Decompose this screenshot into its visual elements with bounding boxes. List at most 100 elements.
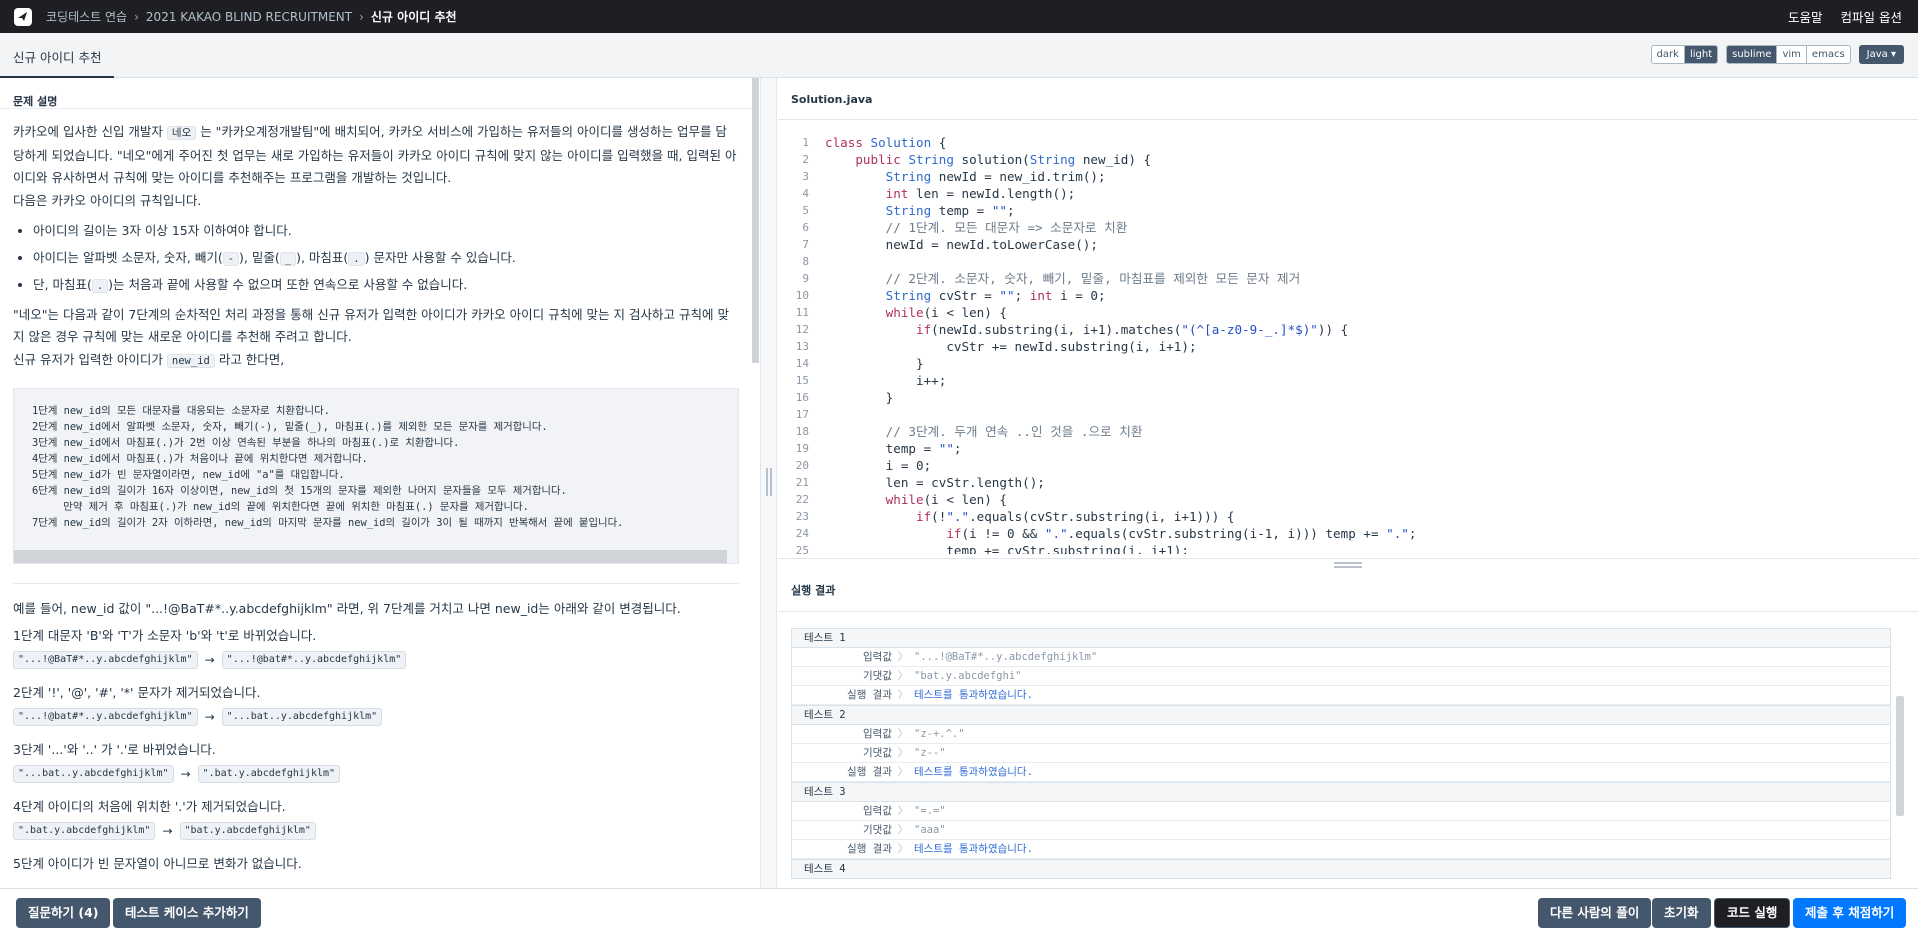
code-line: 1 class Solution { xyxy=(778,134,1918,151)
drag-handle-icon[interactable] xyxy=(766,468,772,496)
result-value: 테스트를 통과하였습니다. xyxy=(914,766,1033,778)
code-text: // 3단계. 두개 연속 ..인 것을 .으로 치환 xyxy=(885,424,1143,439)
theme-light-button[interactable]: light xyxy=(1683,46,1718,63)
line-number: 8 xyxy=(802,255,809,268)
list-item: 아이디는 알파벳 소문자, 숫자, 빼기(-), 밑줄(_), 마침표(.) 문… xyxy=(33,247,738,271)
code-text: int len = newId.length(); xyxy=(885,186,1076,201)
keymap-vim-button[interactable]: vim xyxy=(1776,46,1806,63)
help-link[interactable]: 도움말 xyxy=(1788,7,1823,26)
test-case-title: 테스트 2 xyxy=(792,706,1890,725)
code-text: // 2단계. 소문자, 숫자, 빼기, 밑줄, 마침표를 제외한 모든 문자 … xyxy=(885,271,1301,286)
breadcrumb-coding-test[interactable]: 코딩테스트 연습 xyxy=(46,8,127,25)
test-case: 테스트 3 입력값 〉 "=.=" 기댓값 〉 "aaa" 실행 결과 〉 테스트를 통과하… xyxy=(791,782,1891,859)
result-value: 테스트를 통과하였습니다. xyxy=(914,843,1033,855)
programmers-logo-icon[interactable] xyxy=(12,6,34,28)
code-text: if(newId.substring(i, i+1).matches("(^[a… xyxy=(916,322,1349,337)
code-line: 16 } xyxy=(778,389,1918,406)
input-label: 입력값 xyxy=(863,728,892,740)
text: ), 마침표( xyxy=(296,249,349,265)
code-line: 21 len = cvStr.length(); xyxy=(778,474,1918,491)
code-line: 14 } xyxy=(778,355,1918,372)
test-case: 테스트 4 xyxy=(791,859,1891,879)
line-number: 17 xyxy=(795,408,809,421)
line-number: 18 xyxy=(795,425,809,438)
vertical-scrollbar[interactable] xyxy=(752,78,759,363)
pane-splitter[interactable] xyxy=(760,78,777,888)
chevron-right-icon: 〉 xyxy=(897,728,909,740)
code-line: 4 int len = newId.length(); xyxy=(778,185,1918,202)
reset-button[interactable]: 초기화 xyxy=(1652,898,1711,928)
chevron-right-icon: › xyxy=(134,9,139,24)
code-text: if(i != 0 && ".".equals(cvStr.substring(… xyxy=(946,526,1417,541)
text: 신규 유저가 입력한 아이디가 xyxy=(13,351,167,367)
example-before: "...!@bat#*..y.abcdefghijklm" xyxy=(13,708,198,727)
code-line: 8 xyxy=(778,253,1918,270)
result-label: 실행 결과 xyxy=(847,843,892,855)
input-label: 입력값 xyxy=(863,805,892,817)
chevron-right-icon: 〉 xyxy=(897,843,909,855)
steps-text: 1단계 new_id의 모든 대문자를 대응되는 소문자로 치환합니다. 2단계… xyxy=(32,405,624,529)
breadcrumb-current-problem: 신규 아이디 추천 xyxy=(370,10,457,24)
code-text: i++; xyxy=(825,373,947,388)
theme-dark-button[interactable]: dark xyxy=(1651,46,1684,63)
example-transform-row: "...!@bat#*..y.abcdefghijklm" → "...bat.… xyxy=(13,706,739,729)
test-case-title: 테스트 1 xyxy=(792,629,1890,648)
submit-button[interactable]: 제출 후 채점하기 xyxy=(1793,898,1907,928)
language-select[interactable]: Java ▾ xyxy=(1858,45,1904,64)
steps-code-block: 1단계 new_id의 모든 대문자를 대응되는 소문자로 치환합니다. 2단계… xyxy=(13,388,739,564)
result-label: 실행 결과 xyxy=(847,766,892,778)
text: 단, 마침표( xyxy=(33,277,92,292)
code-line: 23 if(!".".equals(cvStr.substring(i, i+1… xyxy=(778,508,1918,525)
example-after: ".bat.y.abcdefghijklm" xyxy=(197,765,341,784)
example-transform-row: "...bat..y.abcdefghijklm" → ".bat.y.abcd… xyxy=(13,763,739,786)
inline-code: _ xyxy=(279,251,297,266)
code-editor[interactable]: 1 class Solution { 2 public String soluti… xyxy=(778,134,1918,554)
example-after: "...bat..y.abcdefghijklm" xyxy=(221,708,383,727)
code-line: 6 // 1단계. 모든 대문자 => 소문자로 치환 xyxy=(778,219,1918,236)
example-step-desc: 2단계 '!', '@', '#', '*' 문자가 제거되었습니다. xyxy=(13,684,261,700)
arrow-right-icon: → xyxy=(180,767,191,781)
keymap-emacs-button[interactable]: emacs xyxy=(1805,46,1850,63)
arrow-right-icon: → xyxy=(162,824,173,838)
horizontal-scrollbar[interactable] xyxy=(14,550,727,563)
run-code-button[interactable]: 코드 실행 xyxy=(1714,898,1791,928)
list-item: 아이디의 길이는 3자 이상 15자 이하여야 합니다. xyxy=(33,220,738,243)
code-text: temp = ""; xyxy=(825,441,962,456)
result-splitter[interactable] xyxy=(778,558,1918,568)
code-text: i = 0; xyxy=(825,458,932,473)
line-number: 2 xyxy=(802,153,809,166)
others-solution-button[interactable]: 다른 사람의 풀이 xyxy=(1538,898,1652,928)
vertical-scrollbar[interactable] xyxy=(1896,696,1904,816)
example-step-desc: 4단계 아이디의 처음에 위치한 '.'가 제거되었습니다. xyxy=(13,798,286,814)
code-line: 3 String newId = new_id.trim(); xyxy=(778,168,1918,185)
line-number: 25 xyxy=(795,544,809,554)
add-testcase-button[interactable]: 테스트 케이스 추가하기 xyxy=(113,898,261,928)
chevron-right-icon: 〉 xyxy=(897,670,909,682)
expected-value: "aaa" xyxy=(914,824,946,836)
expected-label: 기댓값 xyxy=(863,747,892,759)
result-value: 테스트를 통과하였습니다. xyxy=(914,689,1033,701)
line-number: 4 xyxy=(802,187,809,200)
problem-title-tab[interactable]: 신규 아이디 추천 xyxy=(0,33,115,78)
line-number: 15 xyxy=(795,374,809,387)
bottom-action-bar: 질문하기 (4) 테스트 케이스 추가하기 다른 사람의 풀이 초기화 코드 실… xyxy=(0,888,1918,935)
ask-question-button[interactable]: 질문하기 (4) xyxy=(16,898,111,928)
inline-code: . xyxy=(91,279,109,293)
problem-title-bar: 신규 아이디 추천 dark light sublime vim emacs J… xyxy=(0,33,1918,78)
compile-options-link[interactable]: 컴파일 옵션 xyxy=(1841,7,1902,26)
test-case: 테스트 2 입력값 〉 "z-+.^." 기댓값 〉 "z--" 실행 결과 〉 테스트를 … xyxy=(791,705,1891,782)
code-text: if(!".".equals(cvStr.substring(i, i+1)))… xyxy=(916,509,1235,524)
code-text: public String solution(String new_id) { xyxy=(855,152,1152,167)
input-label: 입력값 xyxy=(863,651,892,663)
line-number: 6 xyxy=(802,221,809,234)
expected-label: 기댓값 xyxy=(863,824,892,836)
keymap-sublime-button[interactable]: sublime xyxy=(1727,46,1777,63)
breadcrumb-kakao-recruitment[interactable]: 2021 KAKAO BLIND RECRUITMENT xyxy=(146,10,352,24)
inline-code: . xyxy=(348,251,365,266)
code-text: temp += cvStr.substring(i, i+1); xyxy=(825,543,1189,554)
code-line: 10 String cvStr = ""; int i = 0; xyxy=(778,287,1918,304)
example-step-desc: 1단계 대문자 'B'와 'T'가 소문자 'b'와 't'로 바뀌었습니다. xyxy=(13,627,317,643)
code-line: 19 temp = ""; xyxy=(778,440,1918,457)
code-line: 25 temp += cvStr.substring(i, i+1); xyxy=(778,542,1918,554)
example-step-desc: 3단계 '...'와 '..' 가 '.'로 바뀌었습니다. xyxy=(13,741,216,757)
